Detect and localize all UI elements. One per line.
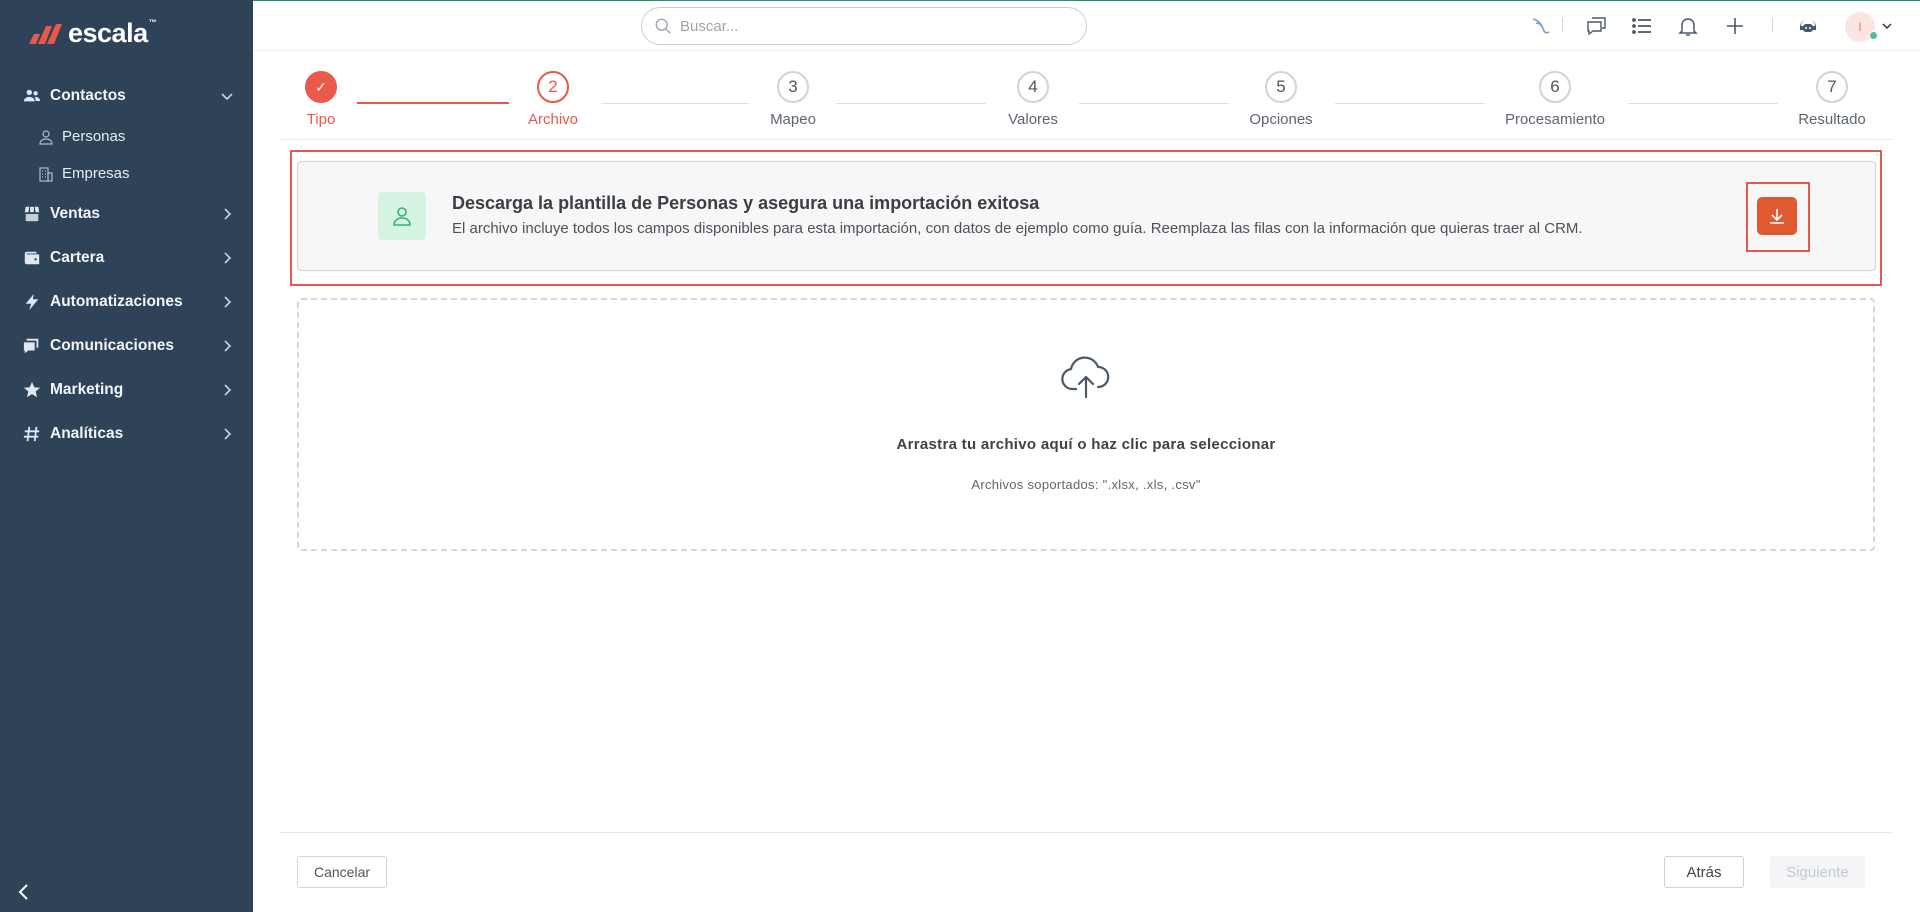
step-resultado[interactable]: 7 Resultado xyxy=(1772,71,1892,128)
bell-icon[interactable] xyxy=(1676,14,1700,38)
step-circle: 3 xyxy=(777,71,809,103)
person-icon xyxy=(378,192,426,240)
sidebar-subitem-personas[interactable]: Personas xyxy=(0,118,253,155)
wallet-icon xyxy=(22,248,42,268)
sidebar-item-label: Analíticas xyxy=(50,425,124,442)
sidebar-item-label: Comunicaciones xyxy=(50,337,175,354)
step-circle: 4 xyxy=(1017,71,1049,103)
step-circle: 7 xyxy=(1816,71,1848,103)
collapse-sidebar-icon[interactable] xyxy=(14,882,34,902)
step-procesamiento[interactable]: 6 Procesamiento xyxy=(1495,71,1615,128)
step-tipo[interactable]: ✓ Tipo xyxy=(261,71,381,128)
online-status-dot xyxy=(1869,31,1878,40)
store-icon xyxy=(22,204,42,224)
sidebar-item-automatizaciones[interactable]: Automatizaciones xyxy=(0,280,253,324)
sidebar-item-contactos[interactable]: Contactos xyxy=(0,74,253,118)
chevron-right-icon xyxy=(224,340,232,352)
chevron-right-icon xyxy=(224,252,232,264)
step-connector xyxy=(1335,103,1485,104)
sidebar-item-label: Contactos xyxy=(50,87,126,104)
step-connector xyxy=(1628,103,1778,104)
step-valores[interactable]: 4 Valores xyxy=(973,71,1093,128)
avatar-initial: I xyxy=(1858,20,1862,34)
users-icon xyxy=(22,86,42,106)
cloud-upload-icon xyxy=(1061,356,1110,399)
chevron-right-icon xyxy=(224,384,232,396)
separator xyxy=(1772,18,1773,32)
sidebar-item-cartera[interactable]: Cartera xyxy=(0,236,253,280)
separator xyxy=(1562,18,1563,32)
next-button[interactable]: Siguiente xyxy=(1770,856,1865,888)
step-archivo[interactable]: 2 Archivo xyxy=(493,71,613,128)
support-icon[interactable] xyxy=(1796,14,1820,38)
step-label: Procesamiento xyxy=(1504,111,1606,128)
bird-icon[interactable] xyxy=(1529,14,1553,38)
topbar: I xyxy=(253,0,1920,51)
sidebar-nav: Contactos Personas Empresas Ventas Carte… xyxy=(0,74,253,456)
sidebar-item-label: Marketing xyxy=(50,381,124,398)
import-stepper: ✓ Tipo 2 Archivo 3 Mapeo 4 Valores 5 Opc… xyxy=(253,51,1920,143)
dropzone-subtitle: Archivos soportados: ".xlsx, .xls, .csv" xyxy=(971,477,1201,492)
sidebar-item-ventas[interactable]: Ventas xyxy=(0,192,253,236)
sidebar-subitem-label: Empresas xyxy=(62,165,130,182)
search-input[interactable] xyxy=(680,17,1060,35)
step-mapeo[interactable]: 3 Mapeo xyxy=(733,71,853,128)
chevron-down-icon xyxy=(221,93,233,101)
sidebar-subitem-label: Personas xyxy=(62,128,126,145)
step-connector xyxy=(601,103,749,104)
back-button[interactable]: Atrás xyxy=(1664,856,1744,888)
plus-icon[interactable] xyxy=(1723,14,1747,38)
logo-text: escala™ xyxy=(68,18,157,48)
step-label: Tipo xyxy=(306,111,336,128)
step-label: Resultado xyxy=(1798,111,1866,128)
sidebar: escala™ Contactos Personas Empresas Vent… xyxy=(0,0,253,912)
search-icon xyxy=(655,18,671,34)
person-icon xyxy=(39,129,53,145)
step-circle: 5 xyxy=(1265,71,1297,103)
step-connector xyxy=(836,103,986,104)
download-icon xyxy=(1770,209,1784,224)
escala-logo-icon xyxy=(29,23,62,44)
cancel-button[interactable]: Cancelar xyxy=(297,856,387,888)
download-template-button[interactable] xyxy=(1757,197,1797,235)
step-opciones[interactable]: 5 Opciones xyxy=(1221,71,1341,128)
divider xyxy=(280,139,1893,140)
template-banner: Descarga la plantilla de Personas y aseg… xyxy=(297,161,1876,271)
logo[interactable]: escala™ xyxy=(26,18,157,49)
banner-title: Descarga la plantilla de Personas y aseg… xyxy=(452,193,1040,213)
step-label: Opciones xyxy=(1249,111,1313,128)
chevron-right-icon xyxy=(224,428,232,440)
chevron-down-icon[interactable] xyxy=(1881,20,1893,32)
chevron-right-icon xyxy=(224,296,232,308)
sidebar-item-marketing[interactable]: Marketing xyxy=(0,368,253,412)
sidebar-subitem-empresas[interactable]: Empresas xyxy=(0,155,253,192)
step-connector xyxy=(1079,103,1229,104)
sidebar-item-label: Automatizaciones xyxy=(50,293,183,310)
step-circle: ✓ xyxy=(305,71,337,103)
step-label: Archivo xyxy=(527,111,579,128)
chat-icon xyxy=(22,336,42,356)
sidebar-item-label: Ventas xyxy=(50,205,100,222)
messages-icon[interactable] xyxy=(1585,14,1609,38)
sidebar-item-comunicaciones[interactable]: Comunicaciones xyxy=(0,324,253,368)
footer-divider xyxy=(280,832,1893,833)
step-circle: 6 xyxy=(1539,71,1571,103)
sidebar-item-label: Cartera xyxy=(50,249,105,266)
step-circle: 2 xyxy=(537,71,569,103)
step-label: Mapeo xyxy=(770,111,816,128)
dropzone-title: Arrastra tu archivo aquí o haz clic para… xyxy=(896,436,1276,453)
step-label: Valores xyxy=(1008,111,1058,128)
banner-description: El archivo incluye todos los campos disp… xyxy=(452,220,1583,237)
list-icon[interactable] xyxy=(1630,14,1654,38)
bolt-icon xyxy=(22,292,42,312)
chevron-right-icon xyxy=(224,208,232,220)
file-dropzone[interactable]: Arrastra tu archivo aquí o haz clic para… xyxy=(297,298,1875,551)
building-icon xyxy=(39,166,53,182)
star-icon xyxy=(22,380,42,400)
hash-icon xyxy=(22,424,42,444)
search-box[interactable] xyxy=(641,7,1087,45)
sidebar-item-analiticas[interactable]: Analíticas xyxy=(0,412,253,456)
